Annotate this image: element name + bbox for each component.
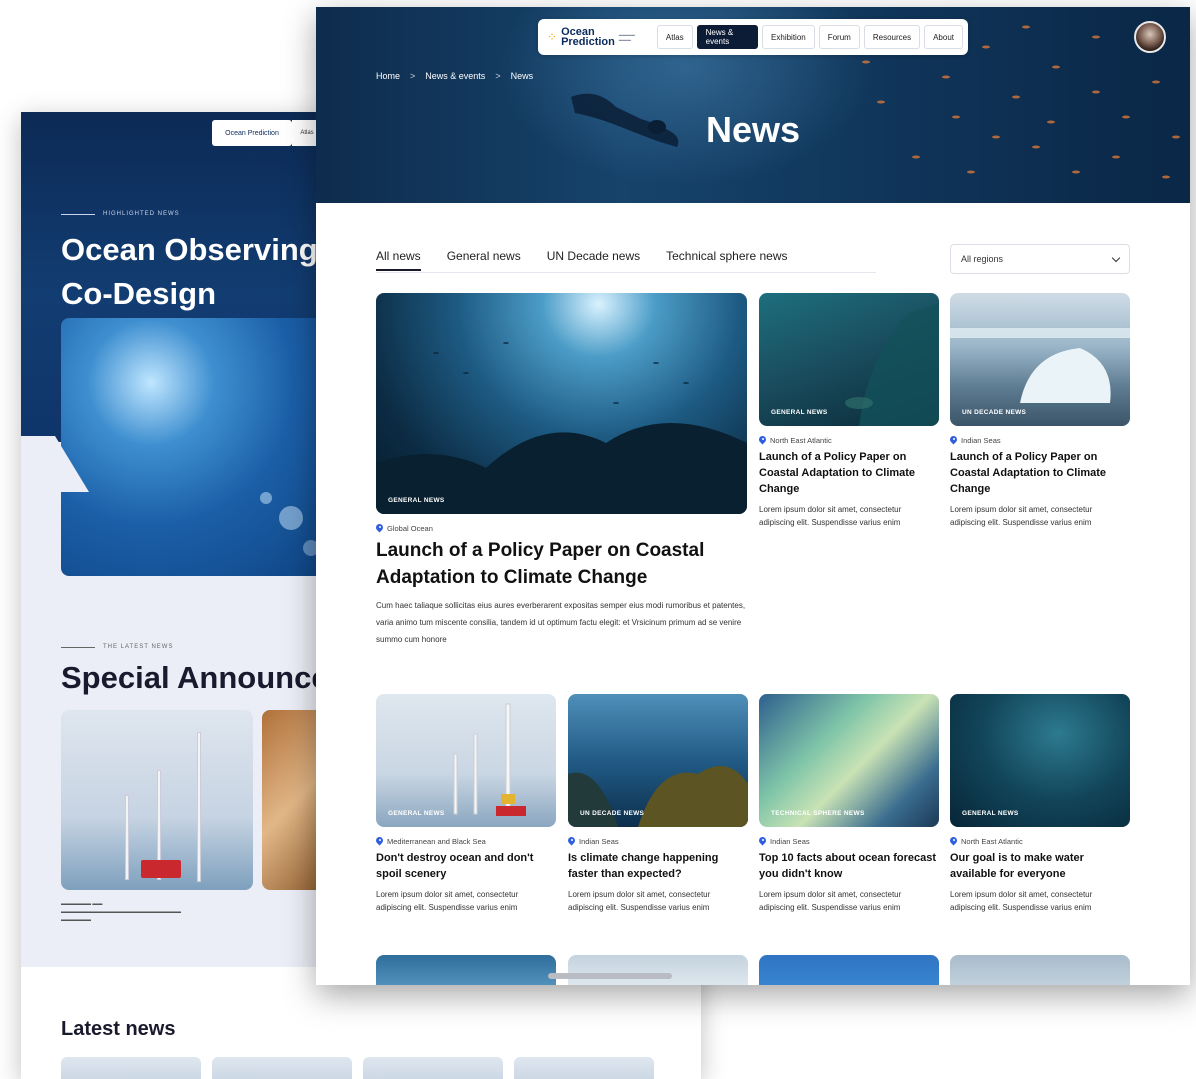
news-card-image[interactable] <box>759 955 939 985</box>
news-card-image: UN DECADE NEWS <box>950 293 1130 426</box>
nav-forum[interactable]: Forum <box>818 25 860 49</box>
region-select[interactable]: All regions <box>950 244 1130 274</box>
location-label: Global Ocean <box>387 524 433 533</box>
news-card[interactable]: GENERAL NEWS Mediterranean and Black Sea… <box>376 694 556 914</box>
location-pin-icon <box>759 837 766 846</box>
news-card-title[interactable]: Launch of a Policy Paper on Coastal Adap… <box>759 449 939 497</box>
featured-news-card[interactable]: GENERAL NEWS Global Ocean Launch of a Po… <box>376 293 747 648</box>
category-badge: GENERAL NEWS <box>388 497 445 504</box>
top-navigation: ⁘ Ocean Prediction ▬▬▬▬ ▬▬▬ Atlas News & e… <box>538 19 968 55</box>
chevron-right-icon: > <box>410 71 416 81</box>
tab-all-news[interactable]: All news <box>376 249 421 271</box>
breadcrumb-home[interactable]: Home <box>376 71 400 81</box>
news-card[interactable]: GENERAL NEWS North East Atlantic Launch … <box>759 293 939 529</box>
nav-atlas[interactable]: Atlas <box>656 25 693 49</box>
news-card-excerpt: Lorem ipsum dolor sit amet, consectetur … <box>568 890 711 912</box>
location-pin-icon <box>568 837 575 846</box>
ocean-prediction-logo[interactable]: ⁘ Ocean Prediction ▬▬▬▬ ▬▬▬ <box>543 23 653 51</box>
news-card-excerpt: Lorem ipsum dolor sit amet, consectetur … <box>759 890 902 912</box>
category-badge: UN DECADE NEWS <box>962 409 1027 416</box>
nav-news-events[interactable]: News & events <box>696 25 759 49</box>
tab-un-decade-news[interactable]: UN Decade news <box>547 249 640 271</box>
news-card-image: GENERAL NEWS <box>950 694 1130 827</box>
category-badge: GENERAL NEWS <box>388 810 445 817</box>
nav-resources[interactable]: Resources <box>863 25 921 49</box>
user-avatar[interactable] <box>1134 21 1166 53</box>
location-pin-icon <box>950 436 957 445</box>
horizontal-scrollbar[interactable] <box>548 973 672 979</box>
news-card-title[interactable]: Launch of a Policy Paper on Coastal Adap… <box>950 449 1130 497</box>
news-card-image[interactable] <box>950 955 1130 985</box>
location-pin-icon <box>950 837 957 846</box>
news-card-title[interactable]: Our goal is to make water available for … <box>950 850 1130 882</box>
news-card[interactable]: GENERAL NEWS North East Atlantic Our goa… <box>950 694 1130 914</box>
breadcrumb-news-events[interactable]: News & events <box>425 71 485 81</box>
news-card-image[interactable] <box>568 955 748 985</box>
back-card-windfarm <box>61 710 253 890</box>
category-badge: TECHNICAL SPHERE NEWS <box>771 810 865 817</box>
breadcrumb-news: News <box>510 71 534 81</box>
featured-news-image: GENERAL NEWS <box>376 293 747 514</box>
back-latest-news-title: Latest news <box>61 1018 176 1040</box>
region-select-value: All regions <box>961 254 1004 264</box>
news-card-title[interactable]: Top 10 facts about ocean forecast you di… <box>759 850 939 882</box>
page-title: News <box>705 109 801 150</box>
news-card-excerpt: Lorem ipsum dolor sit amet, consectetur … <box>759 505 902 527</box>
news-card-image[interactable] <box>376 955 556 985</box>
category-badge: GENERAL NEWS <box>962 810 1019 817</box>
news-card[interactable]: UN DECADE NEWS Indian Seas Is climate ch… <box>568 694 748 914</box>
logo-dots-icon: ⁘ <box>547 30 558 44</box>
news-card-image: TECHNICAL SPHERE NEWS <box>759 694 939 827</box>
featured-news-excerpt: Cum haec taliaque sollicitas eius aures … <box>376 601 746 644</box>
nav-exhibition[interactable]: Exhibition <box>762 25 815 49</box>
chevron-down-icon <box>1111 253 1121 262</box>
news-tabs: All news General news UN Decade news Tec… <box>376 249 788 271</box>
tab-general-news[interactable]: General news <box>447 249 521 271</box>
news-card-excerpt: Lorem ipsum dolor sit amet, consectetur … <box>950 505 1093 527</box>
news-card[interactable]: TECHNICAL SPHERE NEWS Indian Seas Top 10… <box>759 694 939 914</box>
news-card-excerpt: Lorem ipsum dolor sit amet, consectetur … <box>376 890 519 912</box>
tab-technical-sphere-news[interactable]: Technical sphere news <box>666 249 787 271</box>
breadcrumb: Home > News & events > News <box>376 71 533 81</box>
news-card-image: GENERAL NEWS <box>759 293 939 426</box>
news-card-image: GENERAL NEWS <box>376 694 556 827</box>
back-logo: Ocean Prediction <box>212 120 292 146</box>
news-card[interactable]: UN DECADE NEWS Indian Seas Launch of a P… <box>950 293 1130 529</box>
news-card-title[interactable]: Is climate change happening faster than … <box>568 850 748 882</box>
news-card-title[interactable]: Don't destroy ocean and don't spoil scen… <box>376 850 556 882</box>
location-pin-icon <box>376 524 383 533</box>
back-highlight-kicker: HIGHLIGHTED NEWS <box>61 211 180 217</box>
back-latest-kicker: THE LATEST NEWS <box>61 644 173 650</box>
chevron-right-icon: > <box>495 71 501 81</box>
nav-about[interactable]: About <box>924 25 963 49</box>
category-badge: UN DECADE NEWS <box>580 810 645 817</box>
news-page-mockup: ⁘ Ocean Prediction ▬▬▬▬ ▬▬▬ Atlas News & e… <box>316 7 1190 985</box>
news-hero: ⁘ Ocean Prediction ▬▬▬▬ ▬▬▬ Atlas News & e… <box>316 7 1190 203</box>
news-card-image: UN DECADE NEWS <box>568 694 748 827</box>
category-badge: GENERAL NEWS <box>771 409 828 416</box>
news-card-excerpt: Lorem ipsum dolor sit amet, consectetur … <box>950 890 1093 912</box>
location-pin-icon <box>376 837 383 846</box>
featured-news-title[interactable]: Launch of a Policy Paper on Coastal Adap… <box>376 537 747 591</box>
location-pin-icon <box>759 436 766 445</box>
